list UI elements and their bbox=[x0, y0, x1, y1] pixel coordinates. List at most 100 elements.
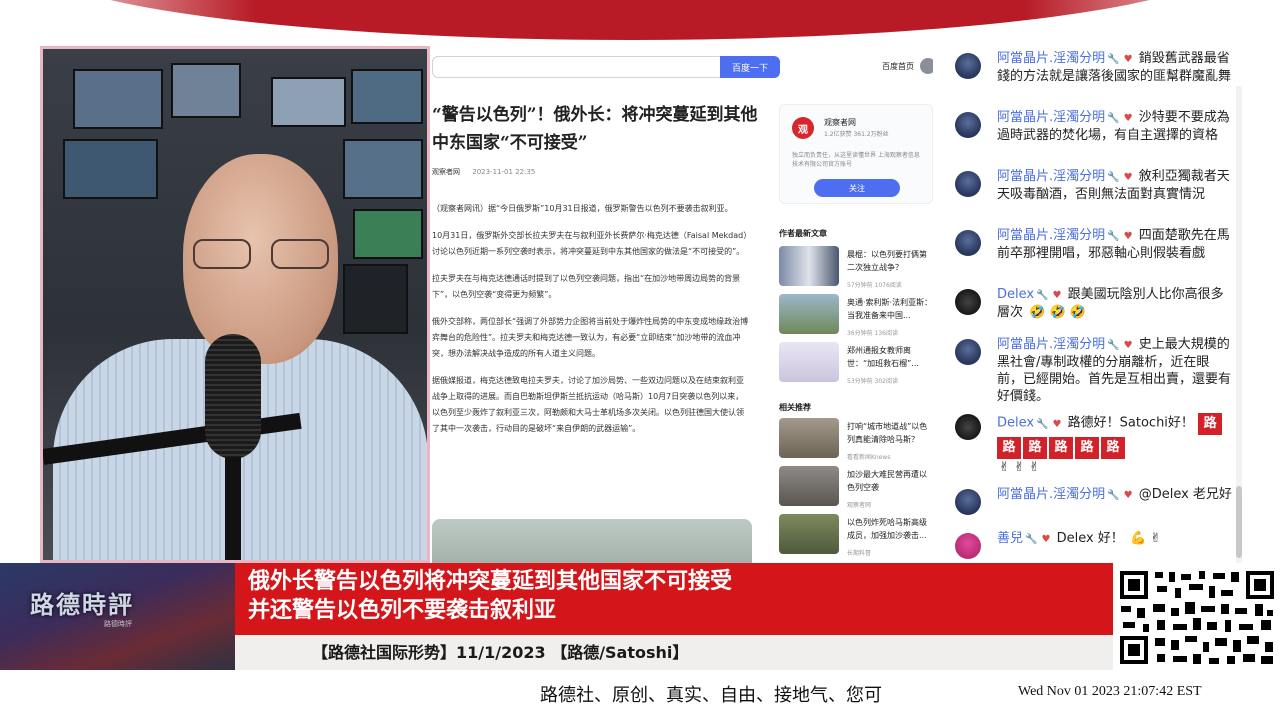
chat-username[interactable]: Delex bbox=[997, 287, 1034, 302]
badge-icon: ♥ bbox=[1052, 290, 1062, 301]
user-avatar[interactable] bbox=[955, 289, 981, 315]
lu-badge: 路 bbox=[997, 437, 1021, 459]
related-article-title[interactable]: 加沙最大难民营再遭以色列空袭 bbox=[847, 468, 933, 494]
show-logo-title: 路德時評 bbox=[30, 590, 134, 619]
lu-badge: 路 bbox=[1049, 437, 1073, 459]
badge-icon: ♥ bbox=[1041, 534, 1051, 545]
badge-icon: ♥ bbox=[1052, 418, 1062, 430]
badge-icon: ♥ bbox=[1123, 172, 1133, 183]
badge-icon: ♥ bbox=[1123, 340, 1133, 351]
latest-article-title[interactable]: 晨棍：以色列要打俩第二次独立战争？ bbox=[847, 248, 933, 274]
latest-article-title[interactable]: 奥通·索利斯·法利亚斯：当我准备来中国... bbox=[847, 296, 933, 322]
article-title: “警告以色列”！俄外长：将冲突蔓延到其他中东国家“不可接受” bbox=[432, 105, 758, 153]
latest-article-item[interactable]: 郑州通报女教师离世：“加班救石榴”... 53分钟前 302阅读 bbox=[779, 342, 933, 388]
account-logo[interactable]: 观 bbox=[792, 117, 814, 139]
lu-badge: 路 bbox=[1198, 413, 1223, 435]
lu-badge: 路 bbox=[1023, 437, 1047, 459]
subline-text: 【路德社国际形势】11/1/2023 【路德/Satoshi】 bbox=[312, 643, 689, 662]
chat-text: 路德好！Satochi好！ bbox=[1067, 415, 1194, 431]
chat-username[interactable]: 阿當晶片.淫濁分明 bbox=[997, 228, 1105, 243]
article-thumbnail[interactable] bbox=[779, 294, 839, 334]
chat-text: @Delex 老兄好 bbox=[1138, 487, 1232, 502]
top-banner bbox=[0, 0, 1280, 40]
stream-stage: 百度一下 百度首页 “警告以色列”！俄外长：将冲突蔓延到其他中东国家“不可接受”… bbox=[0, 0, 1280, 720]
article-paragraph: （观察者网讯）据“今日俄罗斯”10月31日报道，俄罗斯警告以色列不要袭击叙利亚。 bbox=[432, 204, 733, 213]
user-avatar[interactable] bbox=[955, 339, 981, 365]
chat-scrollbar-thumb[interactable] bbox=[1236, 486, 1242, 558]
wrench-icon: 🔧 bbox=[1036, 418, 1049, 430]
wrench-icon: 🔧 bbox=[1107, 231, 1120, 242]
search-input[interactable] bbox=[432, 56, 720, 78]
badge-icon: ♥ bbox=[1123, 113, 1133, 124]
account-description: 独立而负责任，从这里读懂世界 上海观察者信息技术有限公司官方账号 bbox=[792, 152, 920, 168]
related-article-meta: 长期料督 bbox=[847, 550, 872, 557]
account-card: 观 观察者网 1.2亿获赞 361.2万粉丝 独立而负责任，从这里读懂世界 上海… bbox=[779, 104, 933, 204]
user-avatar[interactable] bbox=[955, 414, 981, 440]
wrench-icon: 🔧 bbox=[1107, 172, 1120, 183]
article-paragraph: 拉夫罗夫在与梅克达德通话时提到了以色列空袭问题，指出“在加沙地带周边局势的背景下… bbox=[432, 274, 741, 299]
badge-icon: ♥ bbox=[1123, 490, 1133, 501]
lower-third: 路德時評 路德時評 俄外长警告以色列将冲突蔓延到其他国家不可接受 并还警告以色列… bbox=[0, 563, 1280, 671]
wrench-icon: 🔧 bbox=[1036, 290, 1049, 301]
article-body: （观察者网讯）据“今日俄罗斯”10月31日报道，俄罗斯警告以色列不要袭击叙利亚。… bbox=[432, 201, 750, 448]
microphone bbox=[205, 334, 261, 459]
latest-article-item[interactable]: 晨棍：以色列要打俩第二次独立战争？ 57分钟前 1076阅读 bbox=[779, 246, 933, 292]
chat-username[interactable]: 阿當晶片.淫濁分明 bbox=[997, 337, 1105, 352]
search-button[interactable]: 百度一下 bbox=[720, 56, 780, 78]
latest-articles-heading: 作者最新文章 bbox=[779, 229, 827, 238]
article-meta: 观察者网 2023-11-01 22:35 bbox=[432, 167, 535, 177]
article-thumbnail[interactable] bbox=[779, 418, 839, 458]
user-avatar[interactable] bbox=[955, 171, 981, 197]
laughing-emoji: 🤣 🤣 🤣 bbox=[1029, 305, 1086, 320]
article-thumbnail[interactable] bbox=[779, 342, 839, 382]
article-thumbnail[interactable] bbox=[779, 246, 839, 286]
badge-icon: ♥ bbox=[1123, 231, 1133, 242]
banner-fade bbox=[0, 0, 1280, 40]
chat-username[interactable]: 阿當晶片.淫濁分明 bbox=[997, 110, 1105, 125]
chat-username[interactable]: Delex bbox=[997, 416, 1034, 431]
related-article-meta: 观察者网 bbox=[847, 502, 872, 509]
related-article-item[interactable]: 加沙最大难民营再遭以色列空袭 观察者网 bbox=[779, 466, 933, 512]
chat-username[interactable]: 善兒 bbox=[997, 531, 1023, 546]
article-thumbnail[interactable] bbox=[779, 466, 839, 506]
wrench-icon: 🔧 bbox=[1107, 490, 1120, 501]
account-fans: 1.2亿获赞 361.2万粉丝 bbox=[824, 131, 889, 138]
qr-code-icon bbox=[1117, 568, 1277, 667]
chat-username[interactable]: 阿當晶片.淫濁分明 bbox=[997, 487, 1105, 502]
person-glasses bbox=[193, 239, 333, 269]
wrench-icon: 🔧 bbox=[1107, 54, 1120, 65]
related-article-title[interactable]: 以色列炸死哈马斯高级成员，加强加沙袭击... bbox=[847, 516, 933, 542]
user-avatar[interactable] bbox=[955, 230, 981, 256]
article-paragraph: 据俄媒报道，梅克达德致电拉夫罗夫，讨论了加沙局势、一些双边问题以及在结束叙利亚战… bbox=[432, 376, 744, 433]
article-datetime: 2023-11-01 22:35 bbox=[472, 168, 536, 176]
user-avatar[interactable] bbox=[955, 533, 981, 559]
chat-username[interactable]: 阿當晶片.淫濁分明 bbox=[997, 169, 1105, 184]
show-logo-box: 路德時評 路德時評 bbox=[0, 563, 235, 670]
user-avatar[interactable] bbox=[955, 489, 981, 515]
latest-article-item[interactable]: 奥通·索利斯·法利亚斯：当我准备来中国... 36分钟前 136阅读 bbox=[779, 294, 933, 340]
related-article-item[interactable]: 打响“城市地道战”以色列真能清除哈马斯？ 看看新闻Knews bbox=[779, 418, 933, 464]
user-avatar[interactable] bbox=[955, 53, 981, 79]
channel-slogan: 路德社、原创、真实、自由、接地气、您可 bbox=[540, 685, 882, 706]
related-article-title[interactable]: 打响“城市地道战”以色列真能清除哈马斯？ bbox=[847, 420, 933, 446]
live-chat[interactable]: 阿當晶片.淫濁分明 🔧 ♥ 銷毀舊武器最省錢的方法就是讓落後國家的匪幫群魔亂舞 阿當… bbox=[933, 46, 1245, 563]
headline-text: 俄外长警告以色列将冲突蔓延到其他国家不可接受 并还警告以色列不要袭击叙利亚 bbox=[248, 569, 733, 623]
related-heading: 相关推荐 bbox=[779, 403, 811, 412]
wrench-icon: 🔧 bbox=[1107, 340, 1120, 351]
article-paragraph: 10月31日，俄罗斯外交部长拉夫罗夫在与叙利亚外长费萨尔·梅克达德（Faisal… bbox=[432, 231, 748, 256]
article-thumbnail[interactable] bbox=[779, 514, 839, 554]
article-image bbox=[432, 519, 752, 563]
studio-monitor bbox=[343, 139, 423, 199]
chat-username[interactable]: 阿當晶片.淫濁分明 bbox=[997, 51, 1105, 66]
account-name[interactable]: 观察者网 bbox=[824, 117, 856, 128]
latest-article-title[interactable]: 郑州通报女教师离世：“加班救石榴”... bbox=[847, 344, 933, 370]
user-avatar[interactable] bbox=[955, 112, 981, 138]
studio-monitor bbox=[171, 63, 241, 118]
article-source[interactable]: 观察者网 bbox=[432, 168, 460, 176]
article-sidebar: 观 观察者网 1.2亿获赞 361.2万粉丝 独立而负责任，从这里读懂世界 上海… bbox=[779, 46, 933, 563]
chat-text: Delex 好！ bbox=[1056, 531, 1124, 546]
related-article-item[interactable]: 以色列炸死哈马斯高级成员，加强加沙袭击... 长期料督 bbox=[779, 514, 933, 560]
browser-screen-share: 百度一下 百度首页 “警告以色列”！俄外长：将冲突蔓延到其他中东国家“不可接受”… bbox=[430, 46, 933, 563]
studio-monitor bbox=[353, 209, 423, 259]
follow-button[interactable]: 关注 bbox=[814, 179, 900, 197]
